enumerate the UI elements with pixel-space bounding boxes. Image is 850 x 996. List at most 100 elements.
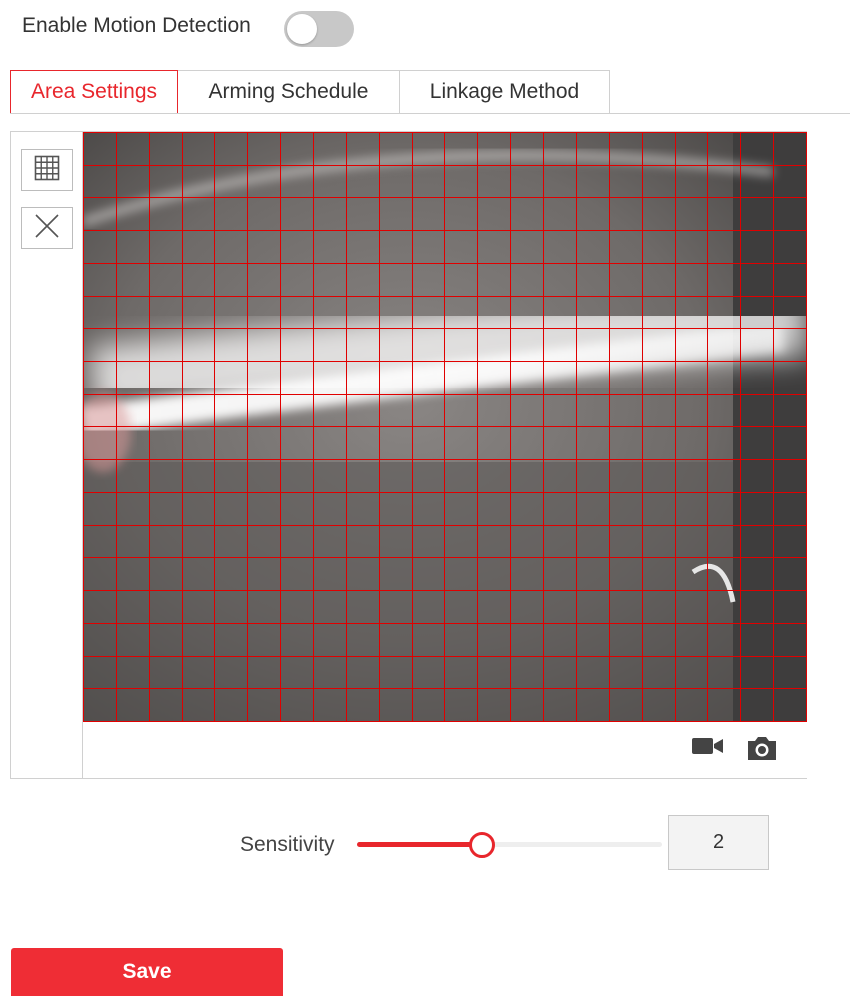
grid-cell[interactable] <box>379 198 413 232</box>
grid-cell[interactable] <box>774 133 807 166</box>
grid-cell[interactable] <box>774 591 807 624</box>
grid-cell[interactable] <box>84 394 117 428</box>
grid-cell[interactable] <box>116 362 150 395</box>
grid-cell[interactable] <box>182 689 216 722</box>
grid-cell[interactable] <box>248 558 282 592</box>
grid-cell[interactable] <box>248 329 282 363</box>
grid-cell[interactable] <box>116 427 150 461</box>
grid-cell[interactable] <box>576 165 610 199</box>
grid-cell[interactable] <box>478 689 512 722</box>
grid-cell[interactable] <box>642 427 676 461</box>
grid-cell[interactable] <box>576 460 610 493</box>
grid-cell[interactable] <box>215 689 249 722</box>
grid-cell[interactable] <box>248 689 282 722</box>
grid-cell[interactable] <box>675 263 709 297</box>
grid-cell[interactable] <box>675 133 709 166</box>
grid-cell[interactable] <box>116 231 150 264</box>
grid-cell[interactable] <box>346 133 380 166</box>
grid-cell[interactable] <box>182 558 216 592</box>
grid-cell[interactable] <box>544 329 577 363</box>
grid-cell[interactable] <box>741 198 775 232</box>
grid-cell[interactable] <box>445 329 479 363</box>
grid-cell[interactable] <box>708 689 742 722</box>
grid-cell[interactable] <box>116 525 150 559</box>
grid-cell[interactable] <box>478 263 512 297</box>
grid-cell[interactable] <box>708 165 742 199</box>
grid-cell[interactable] <box>314 231 347 264</box>
grid-cell[interactable] <box>741 656 775 690</box>
grid-cell[interactable] <box>741 623 775 657</box>
grid-cell[interactable] <box>576 656 610 690</box>
sensitivity-value-field[interactable]: 2 <box>668 815 769 870</box>
grid-cell[interactable] <box>576 296 610 330</box>
grid-cell[interactable] <box>445 558 479 592</box>
grid-cell[interactable] <box>478 525 512 559</box>
grid-cell[interactable] <box>84 623 117 657</box>
grid-cell[interactable] <box>445 656 479 690</box>
clear-area-button[interactable] <box>21 207 73 249</box>
grid-cell[interactable] <box>182 198 216 232</box>
grid-cell[interactable] <box>609 329 643 363</box>
motion-detection-toggle[interactable] <box>284 11 354 47</box>
grid-cell[interactable] <box>642 460 676 493</box>
grid-cell[interactable] <box>84 656 117 690</box>
grid-cell[interactable] <box>544 591 577 624</box>
grid-cell[interactable] <box>281 656 315 690</box>
grid-cell[interactable] <box>84 231 117 264</box>
grid-cell[interactable] <box>84 492 117 526</box>
grid-cell[interactable] <box>741 460 775 493</box>
grid-cell[interactable] <box>149 558 183 592</box>
grid-cell[interactable] <box>774 165 807 199</box>
grid-cell[interactable] <box>215 591 249 624</box>
grid-cell[interactable] <box>609 558 643 592</box>
grid-cell[interactable] <box>281 133 315 166</box>
grid-cell[interactable] <box>741 689 775 722</box>
grid-cell[interactable] <box>576 558 610 592</box>
grid-cell[interactable] <box>511 591 545 624</box>
grid-cell[interactable] <box>412 198 446 232</box>
grid-cell[interactable] <box>708 558 742 592</box>
grid-cell[interactable] <box>116 591 150 624</box>
grid-cell[interactable] <box>675 296 709 330</box>
grid-cell[interactable] <box>445 165 479 199</box>
grid-cell[interactable] <box>116 133 150 166</box>
grid-cell[interactable] <box>708 329 742 363</box>
grid-cell[interactable] <box>609 263 643 297</box>
grid-cell[interactable] <box>346 591 380 624</box>
grid-cell[interactable] <box>149 460 183 493</box>
grid-cell[interactable] <box>741 165 775 199</box>
snapshot-camera-icon[interactable] <box>745 734 779 767</box>
grid-cell[interactable] <box>149 263 183 297</box>
grid-cell[interactable] <box>215 231 249 264</box>
grid-cell[interactable] <box>412 656 446 690</box>
grid-cell[interactable] <box>609 362 643 395</box>
grid-cell[interactable] <box>346 558 380 592</box>
grid-cell[interactable] <box>412 329 446 363</box>
grid-cell[interactable] <box>379 394 413 428</box>
slider-thumb[interactable] <box>469 832 496 858</box>
grid-cell[interactable] <box>675 198 709 232</box>
grid-cell[interactable] <box>741 362 775 395</box>
grid-cell[interactable] <box>544 263 577 297</box>
grid-cell[interactable] <box>478 460 512 493</box>
grid-cell[interactable] <box>445 263 479 297</box>
grid-cell[interactable] <box>576 362 610 395</box>
grid-cell[interactable] <box>412 492 446 526</box>
grid-cell[interactable] <box>412 362 446 395</box>
grid-cell[interactable] <box>248 198 282 232</box>
grid-cell[interactable] <box>346 263 380 297</box>
grid-cell[interactable] <box>412 263 446 297</box>
grid-cell[interactable] <box>379 591 413 624</box>
grid-cell[interactable] <box>445 460 479 493</box>
grid-cell[interactable] <box>642 296 676 330</box>
grid-cell[interactable] <box>412 558 446 592</box>
grid-cell[interactable] <box>511 394 545 428</box>
grid-cell[interactable] <box>215 133 249 166</box>
grid-cell[interactable] <box>84 427 117 461</box>
grid-cell[interactable] <box>576 198 610 232</box>
grid-cell[interactable] <box>281 198 315 232</box>
grid-cell[interactable] <box>774 689 807 722</box>
grid-cell[interactable] <box>281 329 315 363</box>
grid-cell[interactable] <box>675 329 709 363</box>
grid-cell[interactable] <box>675 231 709 264</box>
